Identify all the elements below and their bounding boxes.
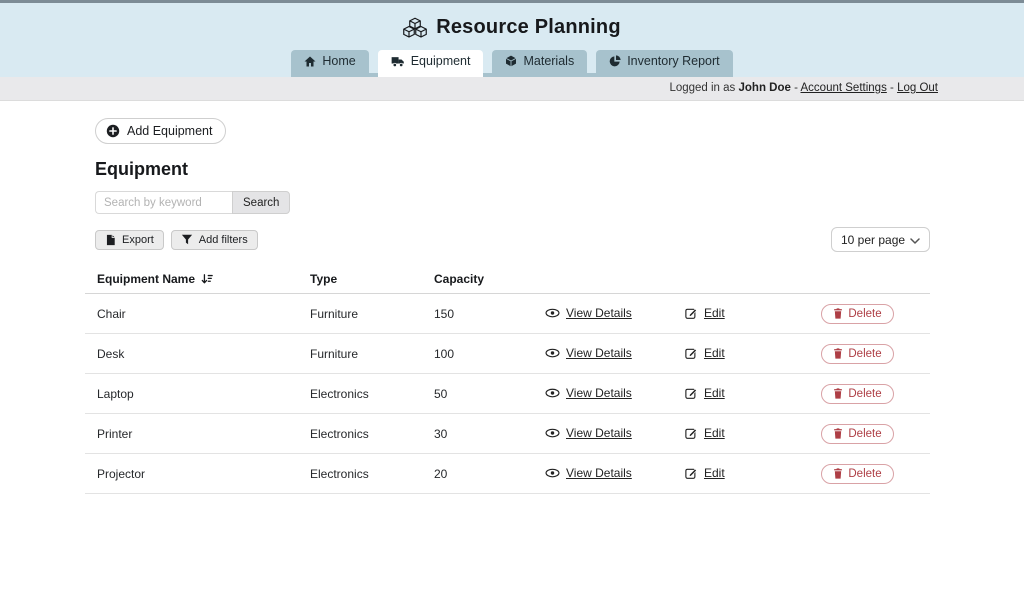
add-filters-button[interactable]: Add filters <box>171 230 258 250</box>
cell-equipment-name: Chair <box>85 307 310 321</box>
funnel-icon <box>181 234 193 245</box>
sort-amount-icon[interactable] <box>201 273 213 285</box>
add-filters-label: Add filters <box>199 234 248 246</box>
table-row: Chair Furniture 150 View Details Edit De… <box>85 294 930 334</box>
table-row: Printer Electronics 30 View Details Edit… <box>85 414 930 454</box>
equipment-table: Equipment Name Type Capacity Chair Furni… <box>85 264 930 494</box>
app-header: Resource Planning Home Equipment Materia… <box>0 3 1024 77</box>
cell-type: Furniture <box>310 307 434 321</box>
cell-capacity: 50 <box>434 387 545 401</box>
tab-home[interactable]: Home <box>291 50 368 73</box>
cell-type: Electronics <box>310 467 434 481</box>
edit-link[interactable]: Edit <box>685 386 725 400</box>
cell-equipment-name: Laptop <box>85 387 310 401</box>
view-details-link[interactable]: View Details <box>545 306 632 320</box>
table-row: Desk Furniture 100 View Details Edit Del… <box>85 334 930 374</box>
view-details-link[interactable]: View Details <box>545 466 632 480</box>
cell-type: Furniture <box>310 347 434 361</box>
tab-label: Materials <box>523 54 574 68</box>
table-row: Projector Electronics 20 View Details Ed… <box>85 454 930 494</box>
eye-icon <box>545 428 560 438</box>
tab-equipment[interactable]: Equipment <box>378 50 484 77</box>
export-button[interactable]: Export <box>95 230 164 250</box>
pencil-square-icon <box>685 307 698 319</box>
edit-link[interactable]: Edit <box>685 426 725 440</box>
edit-link[interactable]: Edit <box>685 346 725 360</box>
account-settings-link[interactable]: Account Settings <box>801 82 887 94</box>
pencil-square-icon <box>685 467 698 479</box>
trash-icon <box>833 308 843 319</box>
main-content: Add Equipment Equipment Search Export Ad… <box>85 101 930 494</box>
logout-link[interactable]: Log Out <box>897 82 938 94</box>
column-header-equipment-name[interactable]: Equipment Name <box>97 272 195 286</box>
separator: - <box>890 82 894 94</box>
eye-icon <box>545 388 560 398</box>
cell-equipment-name: Printer <box>85 427 310 441</box>
eye-icon <box>545 308 560 318</box>
tab-label: Equipment <box>411 54 471 68</box>
tab-inventory-report[interactable]: Inventory Report <box>596 50 732 73</box>
cell-capacity: 20 <box>434 467 545 481</box>
edit-link[interactable]: Edit <box>685 306 725 320</box>
column-header-capacity[interactable]: Capacity <box>434 272 545 286</box>
view-details-link[interactable]: View Details <box>545 346 632 360</box>
search-input[interactable] <box>95 191 232 214</box>
cell-capacity: 30 <box>434 427 545 441</box>
separator: - <box>794 82 798 94</box>
cell-capacity: 150 <box>434 307 545 321</box>
file-icon <box>105 234 116 246</box>
per-page-value: 10 per page <box>841 233 905 247</box>
cell-type: Electronics <box>310 387 434 401</box>
export-label: Export <box>122 234 154 246</box>
cell-equipment-name: Desk <box>85 347 310 361</box>
eye-icon <box>545 468 560 478</box>
user-bar: Logged in as John Doe - Account Settings… <box>0 77 1024 101</box>
edit-link[interactable]: Edit <box>685 466 725 480</box>
cell-equipment-name: Projector <box>85 467 310 481</box>
delete-button[interactable]: Delete <box>821 424 893 444</box>
truck-icon <box>391 56 405 67</box>
trash-icon <box>833 468 843 479</box>
delete-button[interactable]: Delete <box>821 344 893 364</box>
view-details-link[interactable]: View Details <box>545 426 632 440</box>
search-button[interactable]: Search <box>232 191 290 214</box>
pencil-square-icon <box>685 427 698 439</box>
add-equipment-label: Add Equipment <box>127 124 212 138</box>
column-header-type[interactable]: Type <box>310 272 434 286</box>
view-details-link[interactable]: View Details <box>545 386 632 400</box>
page-title: Resource Planning <box>436 16 621 39</box>
tab-label: Inventory Report <box>627 54 719 68</box>
plus-circle-icon <box>106 124 120 138</box>
trash-icon <box>833 388 843 399</box>
box-icon <box>505 55 517 67</box>
tab-materials[interactable]: Materials <box>492 50 587 73</box>
cell-capacity: 100 <box>434 347 545 361</box>
per-page-select[interactable]: 10 per page <box>831 227 930 252</box>
eye-icon <box>545 348 560 358</box>
logged-in-prefix: Logged in as <box>669 82 735 94</box>
delete-button[interactable]: Delete <box>821 304 893 324</box>
table-header-row: Equipment Name Type Capacity <box>85 264 930 294</box>
pencil-square-icon <box>685 387 698 399</box>
cubes-icon <box>403 17 427 39</box>
cell-type: Electronics <box>310 427 434 441</box>
section-heading: Equipment <box>95 159 930 180</box>
chevron-down-icon <box>910 233 920 247</box>
brand: Resource Planning <box>403 16 621 39</box>
delete-button[interactable]: Delete <box>821 464 893 484</box>
add-equipment-button[interactable]: Add Equipment <box>95 118 226 144</box>
pencil-square-icon <box>685 347 698 359</box>
pie-chart-icon <box>609 55 621 67</box>
tab-label: Home <box>322 54 355 68</box>
main-nav: Home Equipment Materials Inventory Repor… <box>291 50 732 77</box>
trash-icon <box>833 428 843 439</box>
table-row: Laptop Electronics 50 View Details Edit … <box>85 374 930 414</box>
home-icon <box>304 56 316 67</box>
trash-icon <box>833 348 843 359</box>
username: John Doe <box>739 82 791 94</box>
delete-button[interactable]: Delete <box>821 384 893 404</box>
